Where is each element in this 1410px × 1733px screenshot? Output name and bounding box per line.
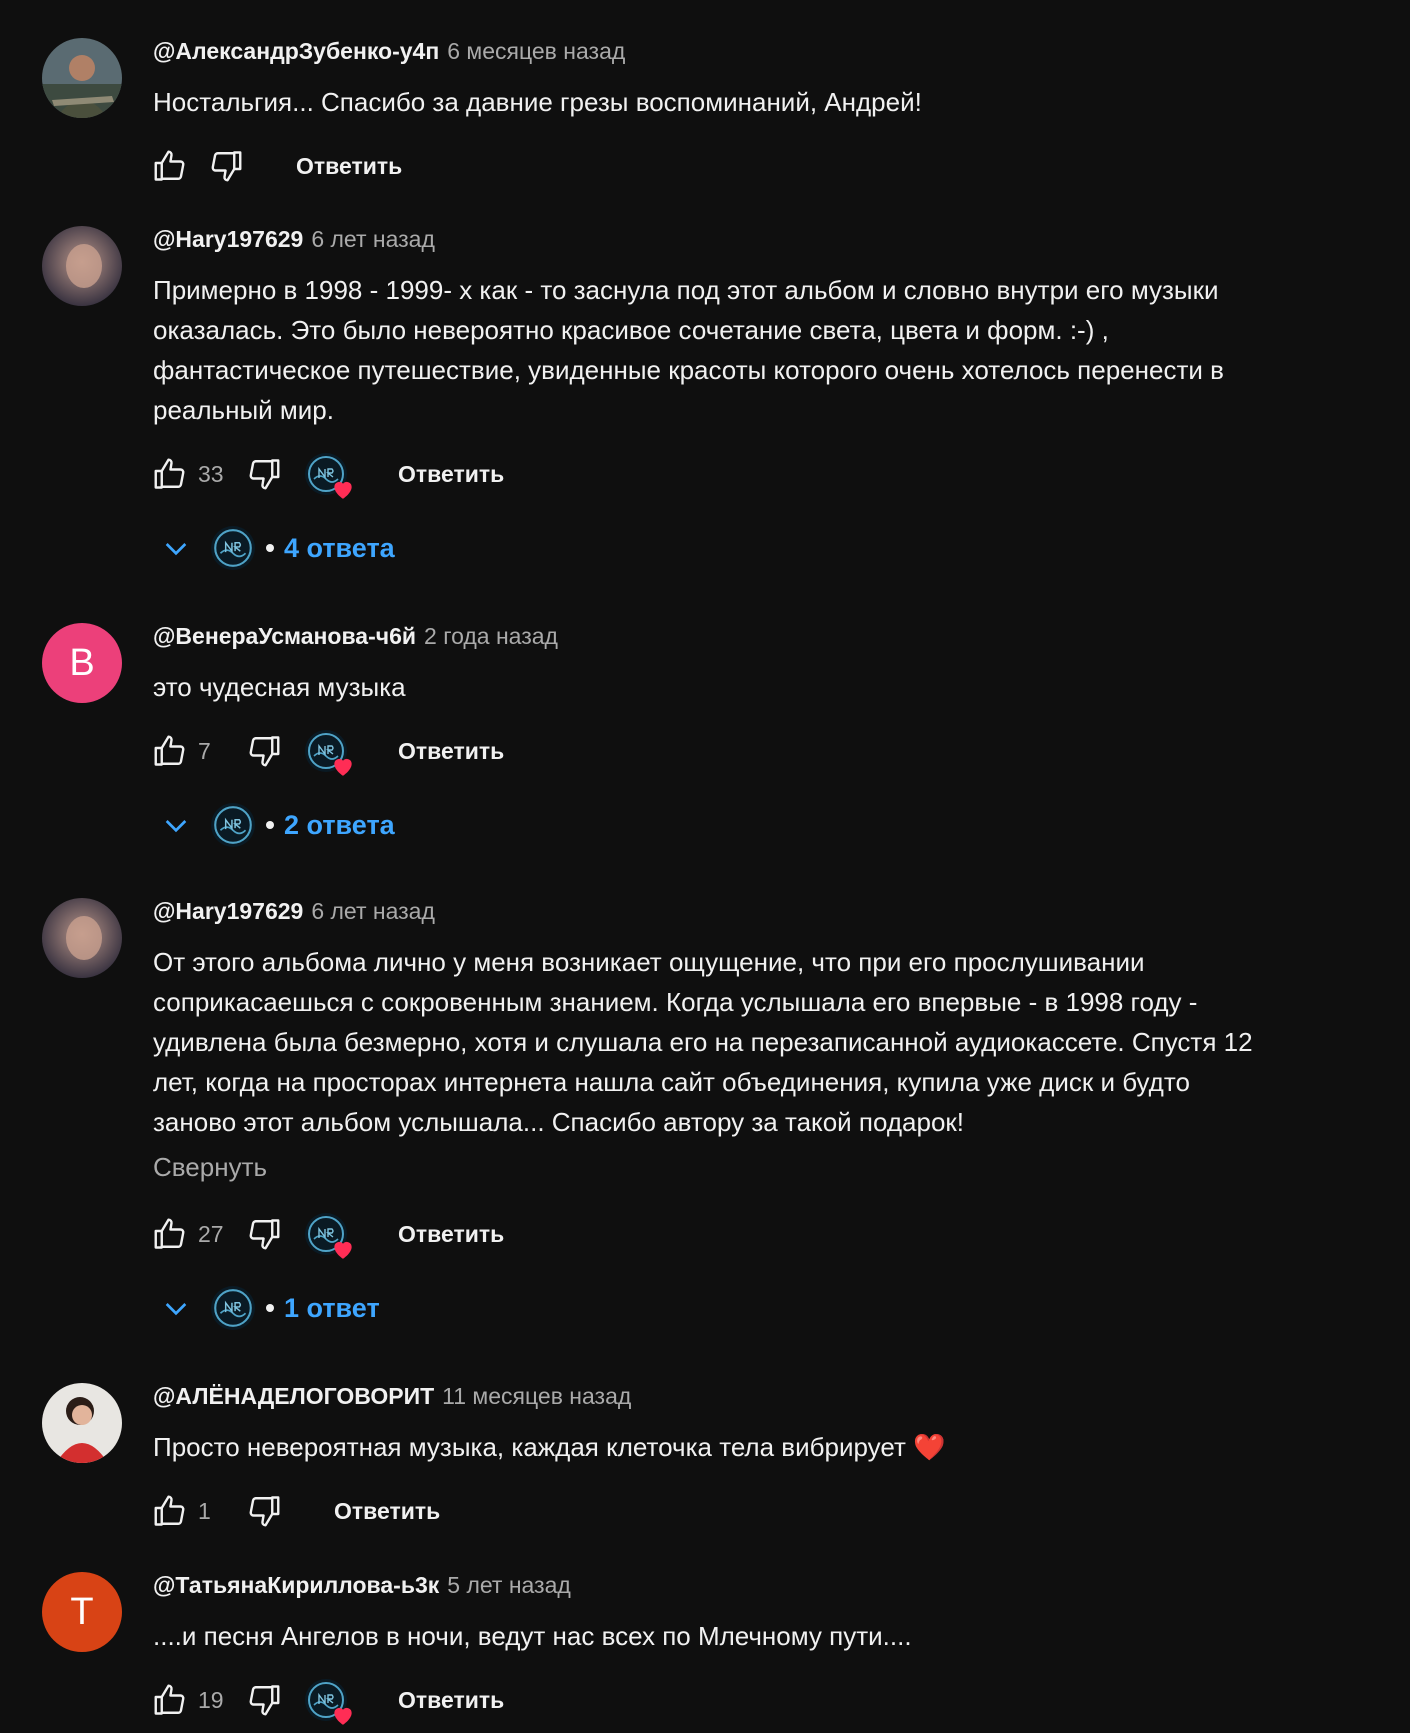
thumbs-up-icon[interactable]	[150, 731, 190, 771]
comment-text-line: это чудесная музыка	[153, 672, 406, 702]
view-replies-button[interactable]: 4 ответа	[160, 524, 395, 572]
creator-heart-badge	[304, 1678, 352, 1725]
comment-text-line: Примерно в 1998 - 1999- х как - то засну…	[153, 275, 1219, 305]
comment-author[interactable]: @АлександрЗубенко-у4п	[153, 38, 439, 65]
thumbs-down-icon[interactable]	[244, 1680, 284, 1720]
comment-text: Ностальгия... Спасибо за давние грезы во…	[153, 82, 1353, 122]
separator-dot	[266, 544, 274, 552]
view-replies-button[interactable]: 2 ответа	[160, 801, 395, 849]
comment-time[interactable]: 5 лет назад	[447, 1572, 571, 1599]
comment-text: Примерно в 1998 - 1999- х как - то засну…	[153, 270, 1353, 430]
replies-count: 2 ответа	[284, 809, 395, 840]
thumbs-up-icon[interactable]	[150, 146, 190, 186]
comment-text: Просто невероятная музыка, каждая клеточ…	[153, 1427, 1353, 1467]
thumbs-up-icon[interactable]	[150, 454, 190, 494]
comment-text-line: реальный мир.	[153, 395, 334, 425]
like-count: 1	[198, 1497, 211, 1524]
avatar[interactable]: T	[42, 1572, 122, 1652]
comment-author[interactable]: @Hary197629	[153, 226, 303, 253]
comment-author[interactable]: @АЛЁНАДЕЛОГОВОРИТ	[153, 1383, 434, 1410]
channel-avatar-icon	[210, 802, 256, 848]
like-count: 27	[198, 1220, 224, 1247]
avatar[interactable]	[42, 226, 122, 306]
thumbs-up-icon[interactable]	[150, 1214, 190, 1254]
reply-button[interactable]: Ответить	[398, 738, 504, 765]
comment-text: От этого альбома лично у меня возникает …	[153, 942, 1353, 1142]
separator-dot	[266, 821, 274, 829]
channel-avatar-icon	[210, 525, 256, 571]
creator-heart-badge	[304, 729, 352, 776]
chevron-down-icon	[160, 532, 192, 564]
comment-time[interactable]: 6 лет назад	[311, 226, 435, 253]
channel-avatar-icon	[210, 1285, 256, 1331]
thumbs-up-icon[interactable]	[150, 1491, 190, 1531]
comment-text: ....и песня Ангелов в ночи, ведут нас вс…	[153, 1616, 1353, 1656]
comment-toolbar: 27 Ответить	[150, 1212, 504, 1259]
like-count: 7	[198, 737, 211, 764]
comment-author[interactable]: @ТатьянаКириллова-ь3к	[153, 1572, 439, 1599]
view-replies-button[interactable]: 1 ответ	[160, 1284, 380, 1332]
reply-button[interactable]: Ответить	[334, 1498, 440, 1525]
replies-count: 1 ответ	[284, 1292, 380, 1323]
heart-icon	[330, 1702, 356, 1728]
heart-icon	[330, 476, 356, 502]
comment-author[interactable]: @Hary197629	[153, 898, 303, 925]
heart-icon	[330, 1236, 356, 1262]
reply-button[interactable]: Ответить	[398, 461, 504, 488]
comment-toolbar: 7 Ответить	[150, 729, 504, 776]
comment-toolbar: 19 Ответить	[150, 1678, 504, 1725]
chevron-down-icon	[160, 809, 192, 841]
separator-dot	[266, 1304, 274, 1312]
comment-toolbar: 33 Ответить	[150, 452, 504, 499]
thumbs-down-icon[interactable]	[244, 454, 284, 494]
comment-text: это чудесная музыка	[153, 667, 1353, 707]
collapse-link[interactable]: Свернуть	[153, 1152, 267, 1183]
comment-text-line: Просто невероятная музыка, каждая клеточ…	[153, 1432, 946, 1462]
thumbs-down-icon[interactable]	[244, 731, 284, 771]
comment-text-line: оказалась. Это было невероятно красивое …	[153, 315, 1109, 345]
avatar[interactable]	[42, 38, 122, 118]
comment-text-line: Ностальгия... Спасибо за давние грезы во…	[153, 87, 922, 117]
replies-count: 4 ответа	[284, 532, 395, 563]
thumbs-down-icon[interactable]	[206, 146, 246, 186]
avatar[interactable]: B	[42, 623, 122, 703]
comment-time[interactable]: 11 месяцев назад	[442, 1383, 631, 1410]
comment-text-line: заново этот альбом услышала... Спасибо а…	[153, 1107, 965, 1137]
comment-toolbar: 1 Ответить	[150, 1489, 440, 1533]
like-count: 33	[198, 460, 224, 487]
avatar[interactable]	[42, 898, 122, 978]
comment-author[interactable]: @ВенераУсманова-ч6й	[153, 623, 416, 650]
comment-time[interactable]: 6 месяцев назад	[447, 38, 625, 65]
comment-toolbar: Ответить	[150, 144, 402, 188]
comment-text-line: фантастическое путешествие, увиденные кр…	[153, 355, 1224, 385]
creator-heart-badge	[304, 1212, 352, 1259]
heart-icon	[330, 753, 356, 779]
comment-text-line: удивлена была безмерно, хотя и слушала е…	[153, 1027, 1253, 1057]
thumbs-up-icon[interactable]	[150, 1680, 190, 1720]
avatar-letter: B	[69, 641, 95, 684]
comment-text-line: лет, когда на просторах интернета нашла …	[153, 1067, 1190, 1097]
avatar-letter: T	[70, 1590, 94, 1633]
comment-text-line: соприкасаешься с сокровенным знанием. Ко…	[153, 987, 1198, 1017]
comment-time[interactable]: 6 лет назад	[311, 898, 435, 925]
thumbs-down-icon[interactable]	[244, 1214, 284, 1254]
comment-text-line: ....и песня Ангелов в ночи, ведут нас вс…	[153, 1621, 912, 1651]
comment-text-line: От этого альбома лично у меня возникает …	[153, 947, 1145, 977]
avatar[interactable]	[42, 1383, 122, 1463]
reply-button[interactable]: Ответить	[398, 1221, 504, 1248]
reply-button[interactable]: Ответить	[296, 153, 402, 180]
chevron-down-icon	[160, 1292, 192, 1324]
comment-time[interactable]: 2 года назад	[424, 623, 558, 650]
thumbs-down-icon[interactable]	[244, 1491, 284, 1531]
reply-button[interactable]: Ответить	[398, 1687, 504, 1714]
creator-heart-badge	[304, 452, 352, 499]
like-count: 19	[198, 1686, 224, 1713]
